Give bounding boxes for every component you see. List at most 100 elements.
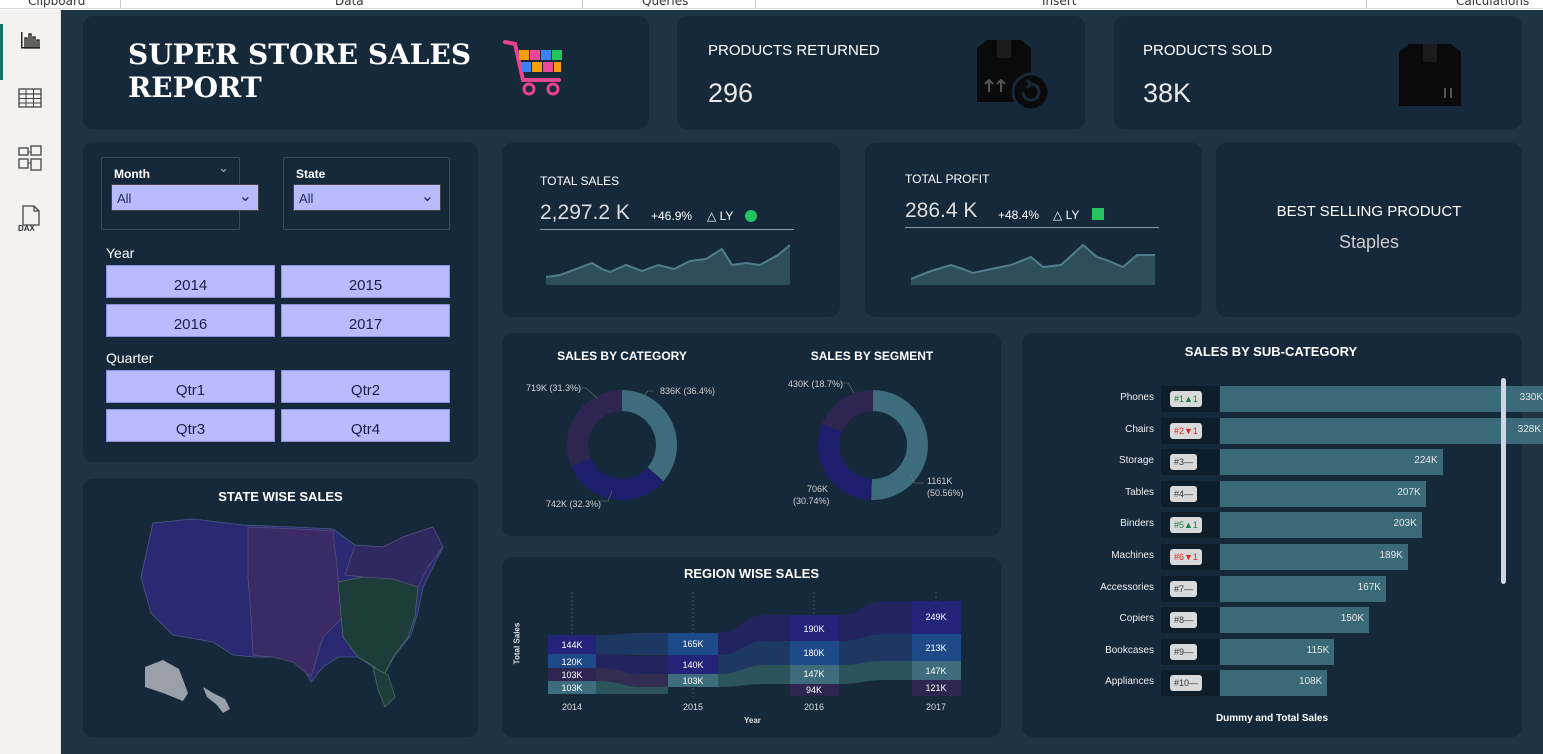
ribbon-group-data[interactable]: Data — [335, 0, 364, 8]
subcategory-name: Bookcases — [1105, 644, 1154, 656]
state-slicer: State All ⌄ — [283, 157, 450, 230]
rank-number: #9 — [1174, 646, 1185, 657]
products-sold-value: 38K — [1143, 78, 1192, 108]
subcategory-value-label: 207K — [1397, 486, 1421, 498]
model-view-icon[interactable] — [14, 142, 46, 174]
total-sales-card: TOTAL SALES 2,297.2 K +46.9% △ LY — [502, 143, 840, 317]
segment-slice-0[interactable] — [871, 390, 929, 500]
trend-flat-icon: — — [1189, 678, 1199, 689]
subcategory-bar[interactable]: 328K — [1220, 417, 1543, 444]
us-state-map[interactable] — [133, 517, 453, 727]
region-value-label: 144K — [561, 640, 582, 650]
subcategory-row[interactable]: Appliances #10 — 108K — [1022, 670, 1502, 697]
quarter-button-qtr3[interactable]: Qtr3 — [106, 409, 275, 442]
rank-number: #5 — [1174, 520, 1185, 531]
category-segment-card: SALES BY CATEGORY SALES BY SEGMENT 836K … — [502, 333, 1001, 536]
region-value-label: 147K — [803, 669, 824, 679]
filters-card: Month ⌄ All ⌄ State All ⌄ Year 2014 2015… — [83, 142, 478, 462]
rank-number: #8 — [1174, 615, 1185, 626]
state-dropdown[interactable]: All ⌄ — [293, 184, 441, 211]
region-year-tick: 2014 — [562, 702, 582, 712]
subcategory-row[interactable]: Storage #3 — 224K — [1022, 449, 1502, 476]
region-value-label: 121K — [925, 683, 946, 693]
quarter-button-qtr2[interactable]: Qtr2 — [281, 370, 450, 403]
subcategory-row[interactable]: Tables #4 — 207K — [1022, 480, 1502, 507]
trend-flat-icon: — — [1184, 457, 1194, 468]
year-button-2016[interactable]: 2016 — [106, 304, 275, 337]
state-wise-sales-card: STATE WISE SALES — [83, 479, 478, 737]
best-selling-card: BEST SELLING PRODUCT Staples — [1216, 143, 1522, 317]
subcategory-bar[interactable]: 207K — [1220, 480, 1426, 507]
ribbon-group-insert[interactable]: Insert — [1042, 0, 1076, 8]
ribbon-separator — [1366, 0, 1367, 8]
subcategory-row[interactable]: Accessories #7 — 167K — [1022, 575, 1502, 602]
total-sales-label: TOTAL SALES — [540, 174, 620, 188]
scrollbar-thumb[interactable] — [1501, 378, 1506, 584]
region-value-label: 249K — [925, 612, 946, 622]
subcategory-bar[interactable]: 224K — [1220, 449, 1443, 476]
category-slice-1[interactable] — [571, 458, 664, 500]
category-slice-2[interactable] — [567, 390, 622, 467]
subcategory-bar[interactable]: 150K — [1220, 607, 1370, 634]
subcategory-bar-chart[interactable]: Phones #1 ▲1 330K Chairs #2 ▼1 328K Storage #3 … — [1022, 386, 1543, 706]
trend-flat-icon: — — [1184, 615, 1194, 626]
subcategory-row[interactable]: Machines #6 ▼1 189K — [1022, 544, 1502, 570]
state-dropdown-value: All — [299, 191, 314, 206]
ribbon-separator — [755, 0, 756, 8]
subcategory-xlabel: Dummy and Total Sales — [1215, 713, 1329, 724]
products-sold-card: PRODUCTS SOLD 38K — [1114, 16, 1522, 129]
ribbon-group-calculations[interactable]: Calculations — [1456, 0, 1529, 8]
month-dropdown-value: All — [117, 191, 132, 206]
rank-cell: #5 ▲1 — [1161, 512, 1219, 539]
subcategory-bar[interactable]: 115K — [1220, 638, 1335, 665]
subcategory-value-label: 224K — [1414, 455, 1438, 467]
quarter-button-qtr1[interactable]: Qtr1 — [106, 370, 275, 403]
total-profit-card: TOTAL PROFIT 286.4 K +48.4% △ LY — [865, 143, 1202, 317]
table-view-icon[interactable] — [14, 82, 46, 114]
segment-slice-2[interactable] — [822, 390, 873, 432]
subcategory-name: Machines — [1111, 550, 1154, 561]
products-returned-value: 296 — [708, 78, 754, 108]
region-wise-sales-card: REGION WISE SALES Total Sales Year 144K — [502, 557, 1001, 737]
month-dropdown[interactable]: All ⌄ — [111, 184, 259, 211]
subcategory-row[interactable]: Binders #5 ▲1 203K — [1022, 512, 1502, 539]
ribbon-group-clipboard[interactable]: Clipboard — [28, 0, 85, 8]
region-ribbon-chart[interactable]: 144K 120K 103K 103K 165K 140K 103K 190K … — [502, 557, 1001, 737]
total-profit-value: 286.4 K — [905, 199, 978, 222]
subcategory-row[interactable]: Bookcases #9 — 115K — [1022, 638, 1502, 665]
subcategory-row[interactable]: Copiers #8 — 150K — [1022, 607, 1502, 634]
subcategory-bar[interactable]: 167K — [1220, 575, 1386, 602]
trend-down-icon: ▼1 — [1184, 552, 1198, 562]
subcategory-bar[interactable]: 189K — [1220, 544, 1408, 570]
year-slicer-label: Year — [106, 245, 135, 261]
subcategory-name: Appliances — [1105, 676, 1154, 688]
region-value-label: 140K — [682, 660, 703, 670]
segment-slice-label: (30.74%) — [793, 496, 830, 506]
subcategory-row[interactable]: Chairs #2 ▼1 328K — [1022, 417, 1543, 444]
rank-badge: #3 — — [1170, 454, 1198, 471]
subcategory-value-label: 108K — [1298, 676, 1323, 688]
dax-query-view-icon[interactable]: DAX — [14, 202, 46, 234]
year-button-2015[interactable]: 2015 — [281, 265, 450, 298]
subcategory-bar[interactable]: 330K — [1220, 386, 1543, 412]
region-year-tick: 2017 — [926, 702, 946, 712]
quarter-button-qtr4[interactable]: Qtr4 — [281, 409, 450, 442]
subcategory-row[interactable]: Phones #1 ▲1 330K — [1022, 386, 1543, 412]
trend-up-icon: ▲1 — [1184, 394, 1198, 404]
subcategory-bar[interactable]: 108K — [1220, 670, 1328, 697]
report-title-line1: SUPER STORE SALES — [128, 38, 472, 71]
year-button-2017[interactable]: 2017 — [281, 304, 450, 337]
ribbon-group-queries[interactable]: Queries — [642, 0, 688, 8]
year-button-2014[interactable]: 2014 — [106, 265, 275, 298]
collapse-chevron-icon[interactable]: ⌄ — [218, 161, 229, 176]
trend-up-icon: ▲1 — [1184, 520, 1198, 531]
rank-number: #6 — [1174, 552, 1185, 562]
report-view-icon[interactable] — [14, 24, 46, 56]
rank-number: #4 — [1174, 488, 1185, 499]
subcategory-bar[interactable]: 203K — [1220, 512, 1422, 539]
dax-label: DAX — [18, 224, 36, 233]
donut-charts[interactable]: 836K (36.4%) 742K (32.3%) 719K (31.3%) 1… — [502, 363, 1001, 533]
ribbon-separator — [582, 0, 583, 8]
rank-number: #1 — [1174, 394, 1185, 404]
category-slice-0[interactable] — [622, 390, 677, 482]
